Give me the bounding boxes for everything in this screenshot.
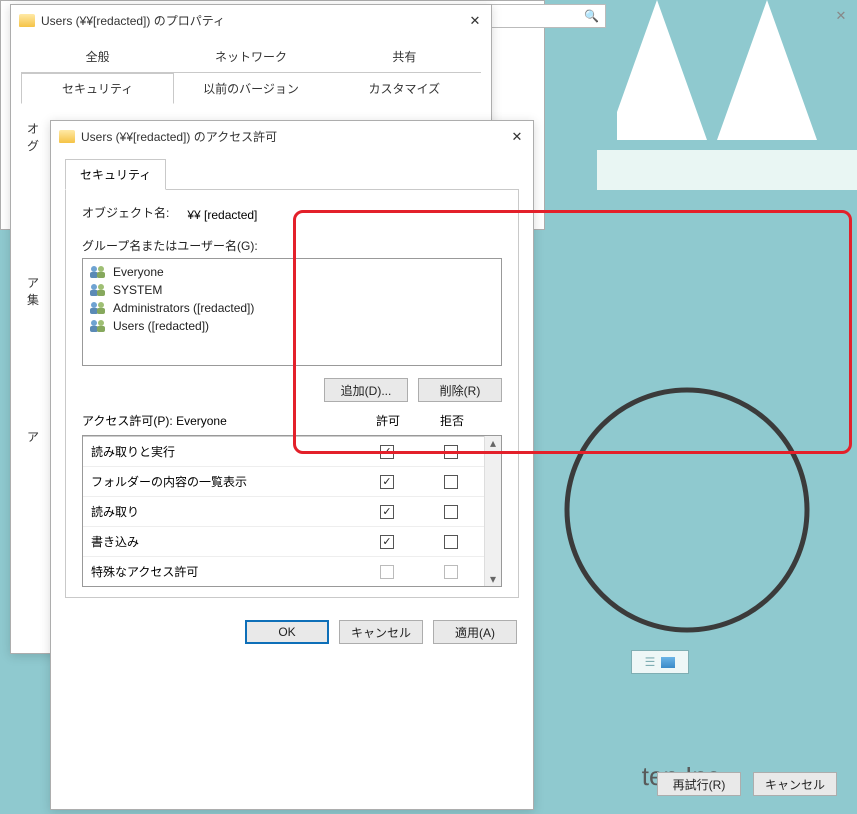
permissions-table: 読み取りと実行 ✓ フォルダーの内容の一覧表示 ✓ 読み取り ✓ 書き込み ✓ 特殊なアクセス許… [82, 435, 502, 587]
cancel-button[interactable]: キャンセル [339, 620, 423, 644]
allow-checkbox[interactable]: ✓ [380, 445, 394, 459]
users-icon [89, 301, 107, 315]
object-name-label: オブジェクト名: [82, 204, 169, 221]
apply-button[interactable]: 適用(A) [433, 620, 517, 644]
permission-row: 読み取りと実行 ✓ [83, 436, 501, 466]
col-deny: 拒否 [420, 412, 484, 429]
deny-checkbox[interactable] [444, 445, 458, 459]
ok-button[interactable]: OK [245, 620, 329, 644]
deny-checkbox [444, 565, 458, 579]
view-thumb-icon[interactable] [661, 657, 675, 668]
allow-checkbox[interactable]: ✓ [380, 535, 394, 549]
close-icon[interactable]: ✕ [827, 2, 855, 30]
properties-title: Users (¥¥[redacted]) のプロパティ [41, 12, 483, 29]
tab-network[interactable]: ネットワーク [174, 41, 327, 72]
tab-customize[interactable]: カスタマイズ [328, 73, 481, 104]
retry-button[interactable]: 再試行(R) [657, 772, 741, 796]
users-icon [89, 283, 107, 297]
list-item[interactable]: SYSTEM [89, 281, 495, 299]
list-item[interactable]: Users ([redacted]) [89, 317, 495, 335]
folder-icon [59, 130, 75, 143]
tab-security[interactable]: セキュリティ [21, 73, 174, 104]
tab-general[interactable]: 全般 [21, 41, 174, 72]
search-icon[interactable]: 🔍 [584, 9, 599, 23]
permission-row: 読み取り ✓ [83, 496, 501, 526]
close-icon[interactable]: ✕ [461, 7, 489, 35]
allow-checkbox[interactable]: ✓ [380, 505, 394, 519]
tab-previous-versions[interactable]: 以前のバージョン [174, 73, 327, 104]
permission-label: 特殊なアクセス許可 [91, 563, 355, 580]
remove-button[interactable]: 削除(R) [418, 378, 502, 402]
properties-tabs-row1: 全般 ネットワーク 共有 [21, 41, 481, 73]
deny-checkbox[interactable] [444, 475, 458, 489]
permission-row: 特殊なアクセス許可 [83, 556, 501, 586]
tab-security[interactable]: セキュリティ [65, 159, 166, 190]
allow-checkbox [380, 565, 394, 579]
permission-label: 読み取り [91, 503, 355, 520]
permissions-title: Users (¥¥[redacted]) のアクセス許可 [81, 128, 525, 145]
permission-row: 書き込み ✓ [83, 526, 501, 556]
view-list-icon[interactable]: ☰ [645, 655, 656, 669]
list-item[interactable]: Everyone [89, 263, 495, 281]
group-users-label: グループ名またはユーザー名(G): [82, 237, 502, 254]
add-button[interactable]: 追加(D)... [324, 378, 408, 402]
folder-icon [19, 14, 35, 27]
scroll-up-icon[interactable]: ▴ [490, 436, 496, 450]
object-name-value: ¥¥ [redacted] [187, 208, 257, 222]
properties-tabs-row2: セキュリティ 以前のバージョン カスタマイズ [21, 73, 481, 104]
close-icon[interactable]: ✕ [503, 123, 531, 151]
col-allow: 許可 [356, 412, 420, 429]
users-listbox[interactable]: EveryoneSYSTEMAdministrators ([redacted]… [82, 258, 502, 366]
list-item[interactable]: Administrators ([redacted]) [89, 299, 495, 317]
permission-row: フォルダーの内容の一覧表示 ✓ [83, 466, 501, 496]
scroll-down-icon[interactable]: ▾ [490, 572, 496, 586]
cancel-button[interactable]: キャンセル [753, 772, 837, 796]
permission-label: フォルダーの内容の一覧表示 [91, 473, 355, 490]
users-icon [89, 319, 107, 333]
users-icon [89, 265, 107, 279]
scrollbar[interactable]: ▴▾ [484, 436, 501, 586]
permissions-dialog: Users (¥¥[redacted]) のアクセス許可 ✕ セキュリティ オブ… [50, 120, 534, 810]
permissions-for-label: アクセス許可(P): Everyone [82, 412, 356, 429]
permission-label: 書き込み [91, 533, 355, 550]
deny-checkbox[interactable] [444, 505, 458, 519]
tab-share[interactable]: 共有 [328, 41, 481, 72]
deny-checkbox[interactable] [444, 535, 458, 549]
allow-checkbox[interactable]: ✓ [380, 475, 394, 489]
permission-label: 読み取りと実行 [91, 443, 355, 460]
